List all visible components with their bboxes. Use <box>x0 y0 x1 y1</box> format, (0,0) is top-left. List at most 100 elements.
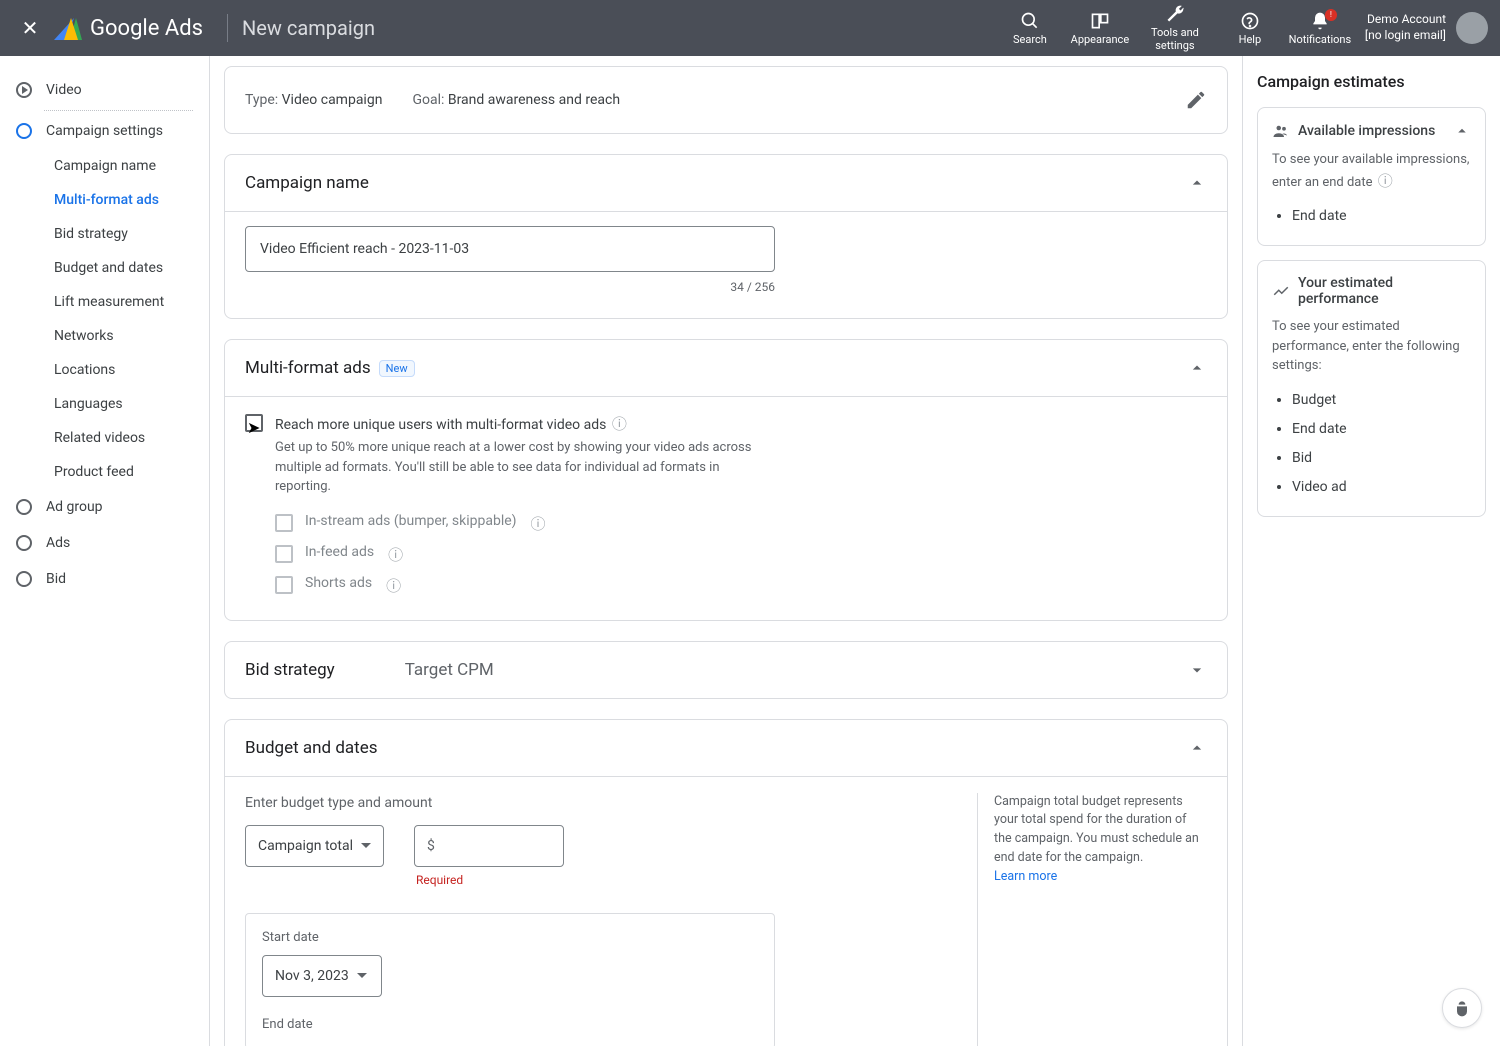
campaign-type: Type: Video campaign <box>245 92 382 108</box>
estimates-panel: Campaign estimates Available impressions… <box>1242 56 1500 1046</box>
budget-label: Enter budget type and amount <box>245 795 947 811</box>
campaign-name-card: Campaign name 34 / 256 <box>224 154 1228 319</box>
chevron-up-icon <box>1187 358 1207 378</box>
required-error: Required <box>416 873 564 887</box>
help-icon[interactable]: ⓘ <box>1378 170 1393 193</box>
sidebar-related-videos[interactable]: Related videos <box>0 421 209 455</box>
infeed-checkbox[interactable] <box>275 545 293 563</box>
sidebar-multi-format[interactable]: Multi-format ads <box>0 183 209 217</box>
bid-strategy-value: Target CPM <box>405 660 494 680</box>
wrench-icon <box>1165 4 1185 24</box>
budget-header[interactable]: Budget and dates <box>225 720 1227 776</box>
multi-format-header[interactable]: Multi-format adsNew <box>225 340 1227 396</box>
help-icon[interactable]: ⓘ <box>386 575 401 596</box>
learn-more-link[interactable]: Learn more <box>994 869 1057 884</box>
end-date-label: End date <box>262 1017 758 1032</box>
play-icon <box>16 82 32 98</box>
app-header: ✕ Google Ads New campaign Search Appeara… <box>0 0 1500 56</box>
help-icon[interactable]: ⓘ <box>388 544 403 565</box>
radio-icon <box>16 535 32 551</box>
edit-icon[interactable] <box>1185 89 1207 111</box>
list-item: End date <box>1292 415 1471 444</box>
estimates-title: Campaign estimates <box>1257 72 1486 91</box>
sidebar-ad-group[interactable]: Ad group <box>0 489 209 525</box>
sidebar-bid-strategy[interactable]: Bid strategy <box>0 217 209 251</box>
sidebar-product-feed[interactable]: Product feed <box>0 455 209 489</box>
sidebar-lift[interactable]: Lift measurement <box>0 285 209 319</box>
account-email: [no login email] <box>1365 28 1446 44</box>
sidebar-languages[interactable]: Languages <box>0 387 209 421</box>
performance-card: Your estimated performance To see your e… <box>1257 260 1486 517</box>
performance-header[interactable]: Your estimated performance <box>1272 275 1471 307</box>
multi-format-desc: Get up to 50% more unique reach at a low… <box>275 438 765 497</box>
list-item: Budget <box>1292 386 1471 415</box>
page-title: New campaign <box>242 16 375 40</box>
multi-format-card: Multi-format adsNew Reach more unique us… <box>224 339 1228 621</box>
dropdown-icon <box>361 843 371 848</box>
chevron-up-icon <box>1187 738 1207 758</box>
chevron-up-icon <box>1453 122 1471 140</box>
appearance-tool[interactable]: Appearance <box>1065 11 1135 46</box>
sidebar-campaign-settings[interactable]: Campaign settings <box>0 113 209 149</box>
budget-type-select[interactable]: Campaign total <box>245 825 384 867</box>
help-icon <box>1240 11 1260 31</box>
google-ads-icon <box>58 16 82 40</box>
search-tool[interactable]: Search <box>995 11 1065 46</box>
notification-badge: ! <box>1325 9 1337 21</box>
account-name: Demo Account <box>1365 12 1446 28</box>
sidebar-networks[interactable]: Networks <box>0 319 209 353</box>
chart-icon <box>1272 282 1290 300</box>
sidebar-ads[interactable]: Ads <box>0 525 209 561</box>
help-icon[interactable]: ⓘ <box>612 413 627 434</box>
bug-icon <box>1452 998 1472 1018</box>
list-item: End date <box>1292 202 1471 231</box>
campaign-name-header[interactable]: Campaign name <box>225 155 1227 211</box>
list-item: Video ad <box>1292 473 1471 502</box>
shorts-checkbox[interactable] <box>275 576 293 594</box>
summary-card: Type: Video campaign Goal: Brand awarene… <box>224 66 1228 134</box>
account-switcher[interactable]: Demo Account [no login email] <box>1365 12 1488 44</box>
help-icon[interactable]: ⓘ <box>531 513 546 534</box>
list-item: Bid <box>1292 444 1471 473</box>
instream-checkbox[interactable] <box>275 514 293 532</box>
sidebar-video[interactable]: Video <box>0 72 209 108</box>
dropdown-icon <box>357 973 367 978</box>
search-icon <box>1020 11 1040 31</box>
logo-text: Google Ads <box>90 16 203 41</box>
radio-icon <box>16 499 32 515</box>
start-date-label: Start date <box>262 930 758 945</box>
feedback-button[interactable] <box>1442 988 1482 1028</box>
budget-card: Budget and dates Enter budget type and a… <box>224 719 1228 1046</box>
chevron-down-icon <box>1187 660 1207 680</box>
sidebar: Video Campaign settings Campaign name Mu… <box>0 56 210 1046</box>
tools-settings[interactable]: Tools and settings <box>1135 4 1215 52</box>
radio-icon <box>16 571 32 587</box>
start-date-select[interactable]: Nov 3, 2023 <box>262 955 382 997</box>
radio-icon <box>16 123 32 139</box>
chevron-up-icon <box>1187 173 1207 193</box>
close-icon[interactable]: ✕ <box>12 16 48 40</box>
campaign-name-input[interactable] <box>245 226 775 272</box>
logo[interactable]: Google Ads <box>58 16 203 41</box>
campaign-goal: Goal: Brand awareness and reach <box>412 92 620 108</box>
help-tool[interactable]: Help <box>1215 11 1285 46</box>
bid-strategy-header[interactable]: Bid strategy Target CPM <box>225 642 1227 698</box>
multi-format-checkbox[interactable] <box>245 414 263 432</box>
budget-amount-input[interactable]: $ <box>414 825 564 867</box>
bid-strategy-card: Bid strategy Target CPM <box>224 641 1228 699</box>
sidebar-locations[interactable]: Locations <box>0 353 209 387</box>
sidebar-campaign-name[interactable]: Campaign name <box>0 149 209 183</box>
sidebar-budget-dates[interactable]: Budget and dates <box>0 251 209 285</box>
budget-help: Campaign total budget represents your to… <box>977 793 1207 1046</box>
sidebar-bid[interactable]: Bid <box>0 561 209 597</box>
appearance-icon <box>1090 11 1110 31</box>
avatar[interactable] <box>1456 12 1488 44</box>
char-counter: 34 / 256 <box>245 280 775 294</box>
new-badge: New <box>379 360 415 377</box>
people-icon <box>1272 122 1290 140</box>
notifications-tool[interactable]: ! Notifications <box>1285 11 1355 46</box>
impressions-card: Available impressions To see your availa… <box>1257 107 1486 246</box>
multi-format-label: Reach more unique users with multi-forma… <box>275 417 606 433</box>
main-content: Type: Video campaign Goal: Brand awarene… <box>210 56 1242 1046</box>
impressions-header[interactable]: Available impressions <box>1272 122 1471 140</box>
